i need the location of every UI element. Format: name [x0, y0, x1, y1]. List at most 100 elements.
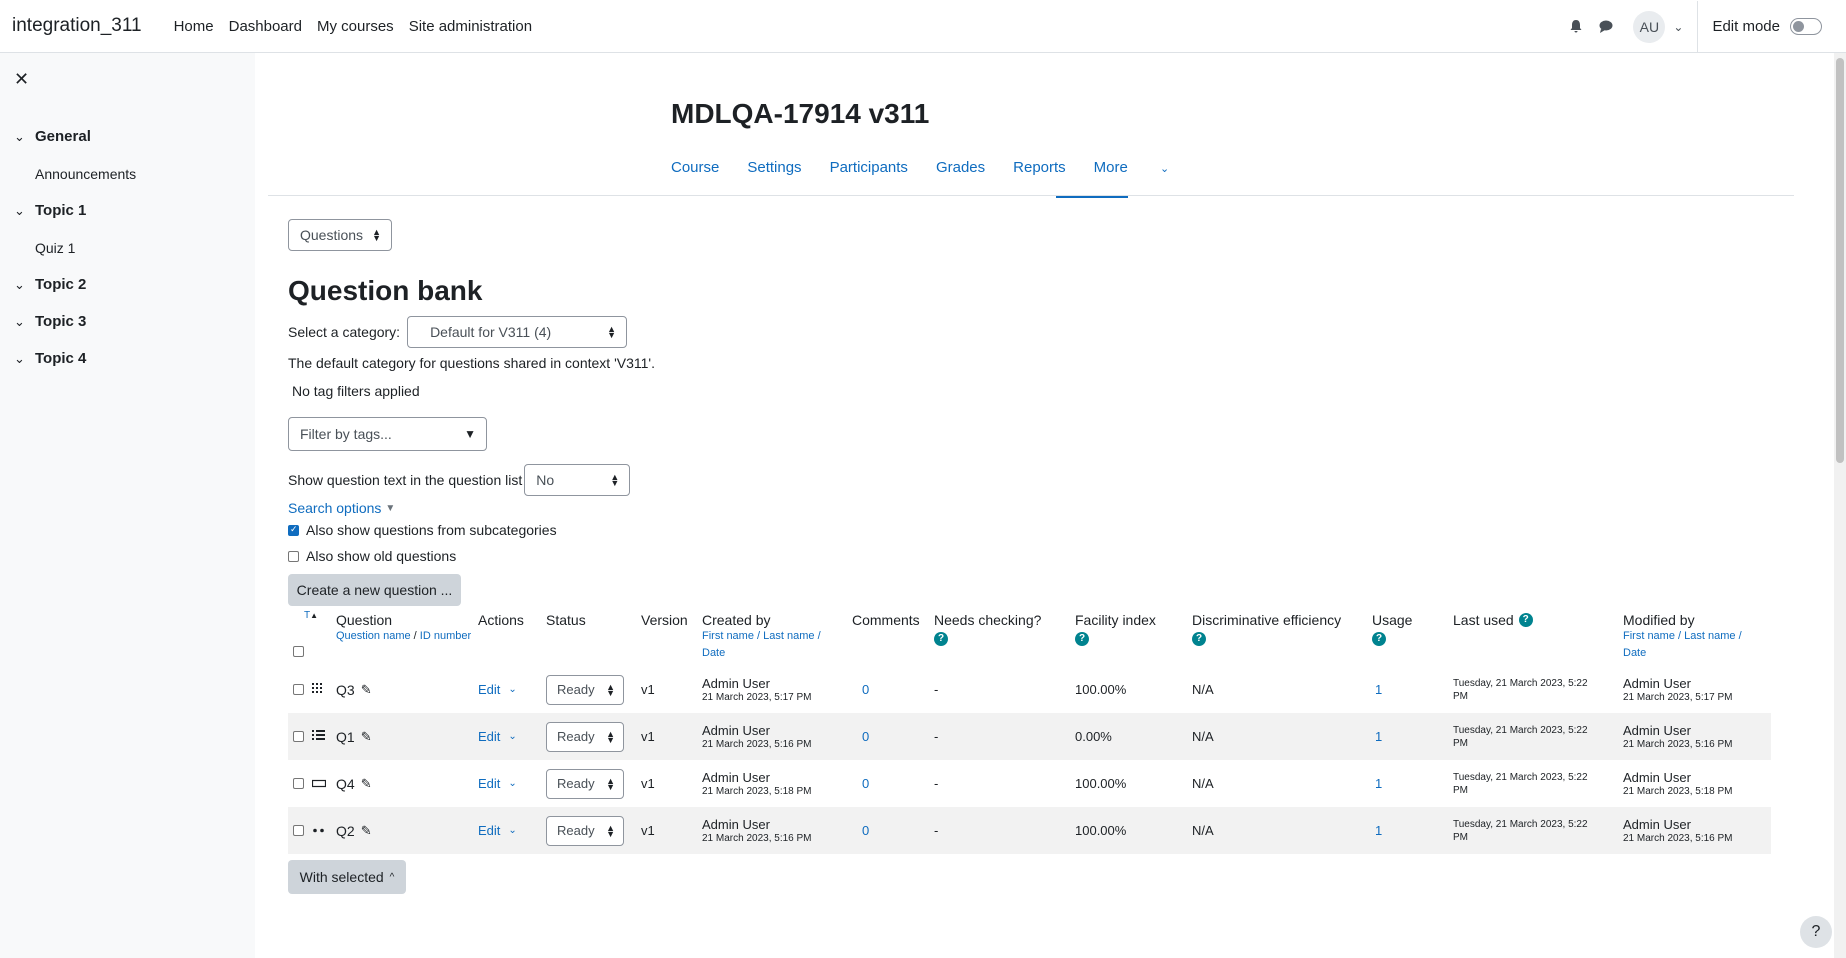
help-icon[interactable]: ?: [1075, 632, 1089, 646]
chevron-down-icon: ⌄: [508, 731, 517, 742]
comments-link[interactable]: 0: [862, 760, 869, 807]
bank-page-select[interactable]: Questions ▲ ▼: [288, 219, 392, 251]
search-options-toggle[interactable]: Search options ▼: [288, 500, 395, 516]
usage-link[interactable]: 1: [1375, 807, 1382, 854]
status-select[interactable]: Ready ▲ ▼: [546, 721, 624, 752]
tab-grades[interactable]: Grades: [936, 153, 985, 182]
nav-my-courses[interactable]: My courses: [317, 18, 394, 35]
tab-reports[interactable]: Reports: [1013, 153, 1066, 182]
section-topic-4[interactable]: ⌄ Topic 4: [0, 340, 255, 377]
category-select[interactable]: Default for V311 (4) ▲ ▼: [407, 316, 628, 348]
discriminative-efficiency-header: Discriminative efficiency ?: [1192, 612, 1342, 646]
sort-modified-first-name[interactable]: First name: [1623, 630, 1675, 642]
section-topic-3[interactable]: ⌄ Topic 3: [0, 303, 255, 340]
last-used-cell: Tuesday, 21 March 2023, 5:22 PM: [1453, 677, 1588, 702]
status-select[interactable]: Ready ▲ ▼: [546, 768, 624, 799]
old-questions-checkbox[interactable]: [288, 550, 299, 562]
help-button[interactable]: ?: [1800, 916, 1832, 948]
subcategories-checkbox[interactable]: [288, 524, 299, 536]
pencil-icon[interactable]: ✎: [361, 682, 372, 698]
comments-link[interactable]: 0: [862, 713, 869, 760]
nav-dashboard[interactable]: Dashboard: [229, 18, 302, 35]
question-name: Q4 ✎: [336, 775, 372, 792]
edit-mode-switch[interactable]: Edit mode: [1712, 18, 1822, 35]
chevron-down-icon[interactable]: ⌄: [0, 277, 35, 293]
comments-header[interactable]: Comments: [852, 612, 920, 628]
pencil-icon[interactable]: ✎: [361, 776, 372, 792]
sort-modified-date[interactable]: Date: [1623, 647, 1646, 659]
help-icon[interactable]: ?: [1372, 632, 1386, 646]
comments-link[interactable]: 0: [862, 807, 869, 854]
user-avatar[interactable]: AU: [1633, 10, 1666, 43]
status-header: Status: [546, 612, 586, 628]
row-checkbox[interactable]: [293, 778, 304, 789]
section-general[interactable]: ⌄ General: [0, 118, 255, 155]
nav-home[interactable]: Home: [174, 18, 214, 35]
help-icon[interactable]: ?: [934, 632, 948, 646]
edit-menu[interactable]: Edit ⌄: [478, 666, 517, 713]
category-label: Select a category:: [288, 324, 401, 340]
row-checkbox[interactable]: [293, 825, 304, 836]
actions-header: Actions: [478, 612, 524, 628]
show-text-select[interactable]: No ▲ ▼: [524, 464, 631, 496]
facility-index-header: Facility index ?: [1075, 612, 1156, 646]
sort-created-last-name[interactable]: Last name: [763, 630, 814, 642]
help-icon[interactable]: ?: [1518, 613, 1533, 627]
chevron-down-icon[interactable]: ⌄: [0, 203, 35, 219]
discrimination-cell: N/A: [1192, 823, 1214, 838]
chevron-down-icon[interactable]: ⌄: [0, 314, 35, 330]
usage-link[interactable]: 1: [1375, 760, 1382, 807]
nav-divider: [268, 195, 1794, 196]
secondary-nav: Course Settings Participants Grades Repo…: [671, 153, 1225, 182]
tag-filter-input[interactable]: Filter by tags... ▼: [288, 417, 487, 451]
comments-link[interactable]: 0: [862, 666, 869, 713]
user-menu-chevron-icon[interactable]: ⌄: [1673, 20, 1683, 34]
chevron-down-icon: ⌄: [508, 825, 517, 836]
row-select: [293, 666, 325, 713]
created-by-cell: Admin User 21 March 2023, 5:16 PM: [702, 722, 812, 750]
activity-quiz-1[interactable]: Quiz 1: [0, 229, 255, 266]
last-used-cell: Tuesday, 21 March 2023, 5:22 PM: [1453, 771, 1588, 796]
create-question-button[interactable]: Create a new question ...: [288, 574, 461, 606]
question-name: Q2 ✎: [336, 822, 372, 839]
row-checkbox[interactable]: [293, 731, 304, 742]
tab-more[interactable]: More ⌄: [1094, 153, 1198, 182]
edit-menu[interactable]: Edit ⌄: [478, 807, 517, 854]
chevron-down-icon[interactable]: ⌄: [0, 129, 35, 145]
bell-icon[interactable]: [1561, 12, 1591, 42]
site-brand[interactable]: integration_311: [12, 15, 142, 37]
row-checkbox[interactable]: [293, 684, 304, 695]
tab-course[interactable]: Course: [671, 153, 719, 182]
status-select[interactable]: Ready ▲ ▼: [546, 815, 624, 846]
select-all-checkbox[interactable]: [293, 646, 304, 657]
scrollbar-thumb[interactable]: [1836, 58, 1844, 463]
help-icon[interactable]: ?: [1192, 632, 1206, 646]
status-select[interactable]: Ready ▲ ▼: [546, 674, 624, 705]
chevron-down-icon[interactable]: ⌄: [0, 351, 35, 367]
sort-created-date[interactable]: Date: [702, 647, 725, 659]
type-sort-header[interactable]: T▲: [304, 610, 318, 621]
nav-site-administration[interactable]: Site administration: [409, 18, 532, 35]
row-select: [293, 807, 326, 854]
sort-modified-last-name[interactable]: Last name: [1684, 630, 1735, 642]
section-topic-1[interactable]: ⌄ Topic 1: [0, 192, 255, 229]
chat-icon[interactable]: [1591, 12, 1621, 42]
edit-menu[interactable]: Edit ⌄: [478, 760, 517, 807]
edit-menu[interactable]: Edit ⌄: [478, 713, 517, 760]
tab-settings[interactable]: Settings: [747, 153, 801, 182]
pencil-icon[interactable]: ✎: [361, 729, 372, 745]
needs-checking-cell: -: [934, 729, 939, 744]
usage-link[interactable]: 1: [1375, 666, 1382, 713]
activity-announcements[interactable]: Announcements: [0, 155, 255, 192]
sort-id-number[interactable]: ID number: [420, 628, 490, 645]
sort-created-first-name[interactable]: First name: [702, 630, 754, 642]
table-row: Q4 ✎ Edit ⌄ Ready ▲ ▼ v1 Admin User 21 March …: [288, 760, 1771, 807]
close-icon[interactable]: ✕: [14, 69, 29, 90]
pencil-icon[interactable]: ✎: [361, 823, 372, 839]
sort-question-name[interactable]: Question name: [336, 630, 411, 642]
section-topic-2[interactable]: ⌄ Topic 2: [0, 266, 255, 303]
tab-participants[interactable]: Participants: [830, 153, 908, 182]
edit-mode-toggle[interactable]: [1790, 18, 1822, 35]
usage-link[interactable]: 1: [1375, 713, 1382, 760]
with-selected-button[interactable]: With selected ^: [288, 860, 406, 894]
